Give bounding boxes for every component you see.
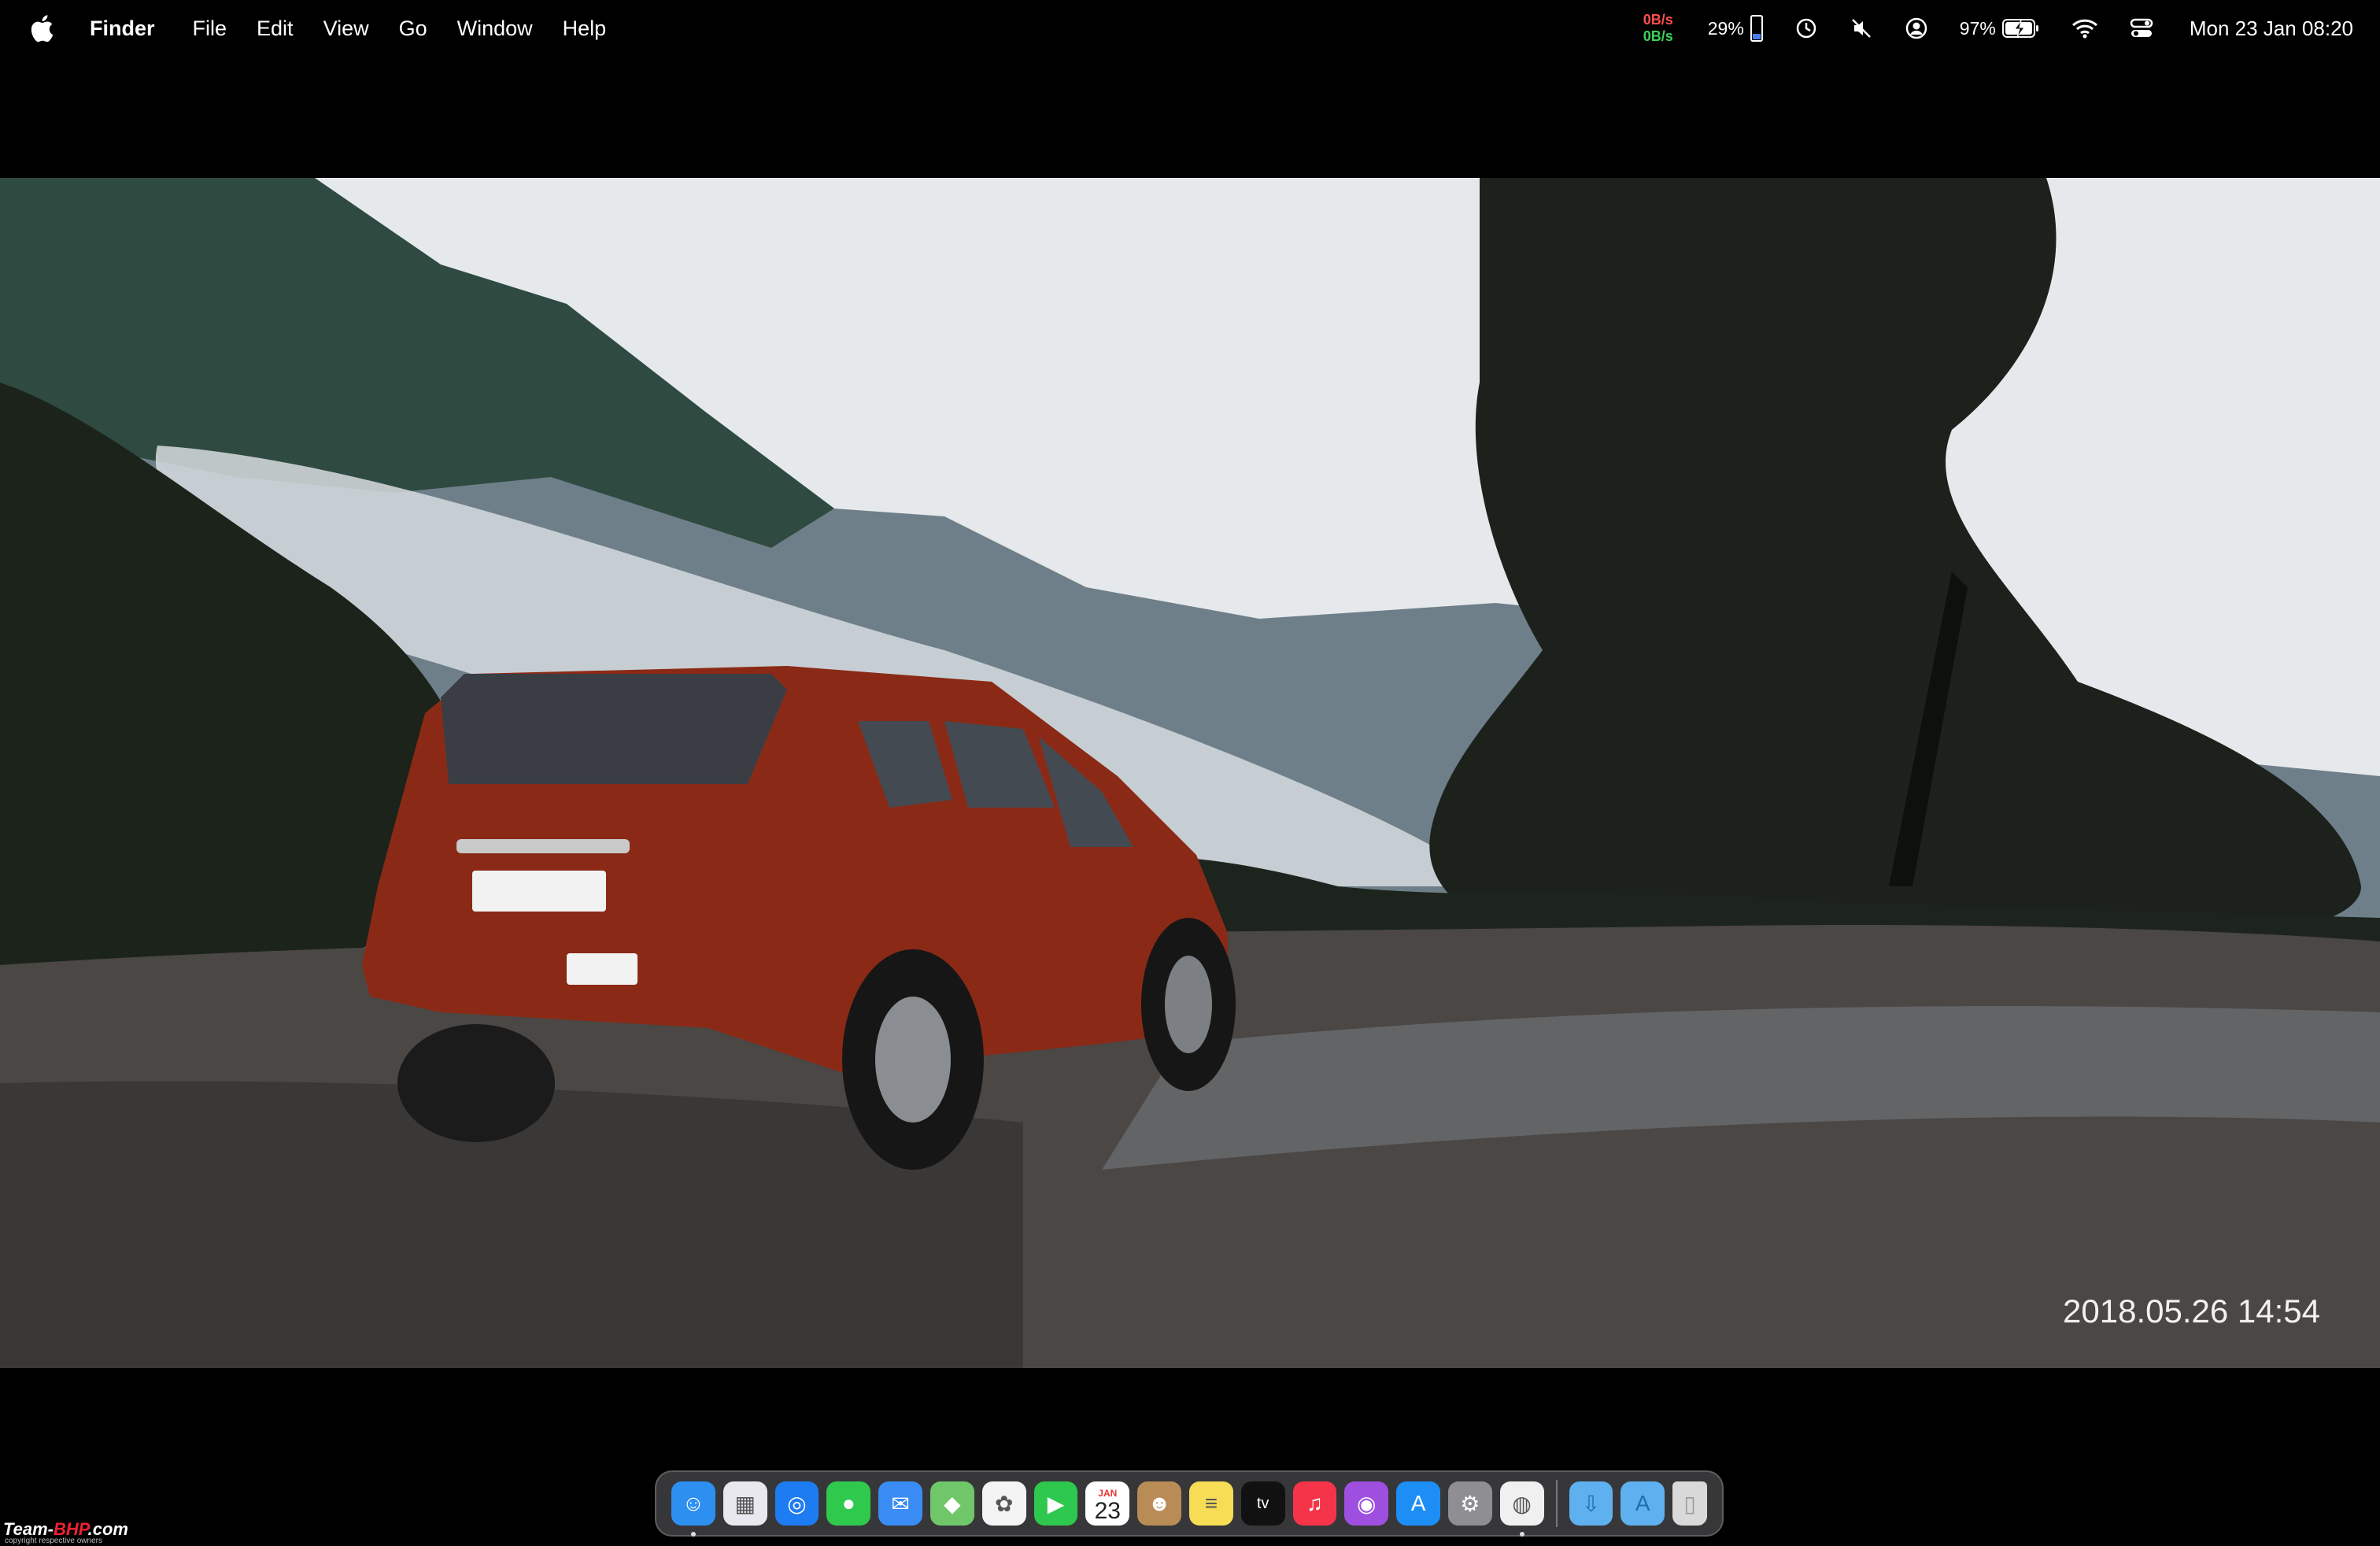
dock-item-launchpad[interactable]: ▦ xyxy=(722,1481,767,1526)
network-upload: 0B/s xyxy=(1643,12,1673,28)
facetime-icon: ▶ xyxy=(1047,1491,1065,1516)
menu-view[interactable]: View xyxy=(323,17,369,41)
menu-window[interactable]: Window xyxy=(457,17,533,41)
dock-item-trash[interactable]: ▯ xyxy=(1672,1481,1707,1526)
mail-icon: ✉ xyxy=(891,1491,910,1516)
battery-gauge-icon xyxy=(1750,15,1763,42)
menu-bar: Finder File Edit View Go Window Help 0B/… xyxy=(0,0,2380,57)
safari-icon: ◎ xyxy=(787,1491,807,1516)
dock: ☺ ▦ ◎ ● ✉ ◆ ✿ ▶ JAN 23 ☻ ≡ tv ♫ ◉ A ⚙ ◍ ⇩ A ▯ xyxy=(655,1470,1724,1537)
dock-separator xyxy=(1555,1480,1558,1527)
apple-menu-icon[interactable] xyxy=(28,13,55,44)
maps-icon: ◆ xyxy=(944,1491,961,1516)
dock-item-downloads[interactable]: ⇩ xyxy=(1569,1481,1613,1526)
dock-item-mail[interactable]: ✉ xyxy=(878,1481,922,1526)
dock-item-messages[interactable]: ● xyxy=(826,1481,871,1526)
time-machine-icon[interactable] xyxy=(1794,17,1818,40)
app-store-icon: A xyxy=(1410,1491,1426,1515)
menubar-clock[interactable]: Mon 23 Jan 08:20 xyxy=(2190,17,2353,41)
dock-item-safari[interactable]: ◎ xyxy=(774,1481,819,1526)
battery-charging-icon xyxy=(2001,19,2038,38)
dock-item-app-store[interactable]: A xyxy=(1396,1481,1440,1526)
menu-go[interactable]: Go xyxy=(399,17,427,41)
dock-item-tv[interactable]: tv xyxy=(1240,1481,1285,1526)
menu-edit[interactable]: Edit xyxy=(257,17,294,41)
battery-percent: 97% xyxy=(1959,17,1996,39)
watermark-caption: copyright respective owners xyxy=(5,1537,102,1545)
music-icon: ♫ xyxy=(1306,1491,1323,1515)
dock-item-music[interactable]: ♫ xyxy=(1292,1481,1337,1526)
trash-icon: ▯ xyxy=(1683,1491,1696,1516)
dock-item-chrome[interactable]: ◍ xyxy=(1499,1481,1544,1537)
downloads-folder-icon: ⇩ xyxy=(1581,1491,1601,1516)
running-indicator xyxy=(691,1532,696,1537)
settings-icon: ⚙ xyxy=(1460,1491,1480,1516)
messages-icon: ● xyxy=(841,1491,856,1515)
photo-timestamp: 2018.05.26 14:54 xyxy=(2063,1293,2320,1330)
contacts-icon: ☻ xyxy=(1148,1491,1171,1515)
calendar-month: JAN xyxy=(1098,1488,1118,1499)
cpu-percent: 29% xyxy=(1707,17,1744,39)
podcasts-icon: ◉ xyxy=(1357,1491,1377,1516)
apple-tv-icon: tv xyxy=(1256,1494,1269,1512)
dock-item-podcasts[interactable]: ◉ xyxy=(1344,1481,1389,1526)
dock-item-system-settings[interactable]: ⚙ xyxy=(1447,1481,1492,1526)
network-download: 0B/s xyxy=(1643,28,1673,44)
battery-widget[interactable]: 97% xyxy=(1960,18,2040,39)
dock-item-calendar[interactable]: JAN 23 xyxy=(1085,1481,1130,1526)
dock-item-photos[interactable]: ✿ xyxy=(981,1481,1026,1526)
running-indicator xyxy=(1519,1532,1524,1537)
user-icon[interactable] xyxy=(1905,17,1928,40)
calendar-day: 23 xyxy=(1094,1498,1121,1524)
photos-icon: ✿ xyxy=(994,1491,1014,1516)
applications-folder-icon: A xyxy=(1635,1491,1650,1515)
menu-app-finder[interactable]: Finder xyxy=(90,17,155,41)
launchpad-icon: ▦ xyxy=(734,1491,756,1516)
dock-item-contacts[interactable]: ☻ xyxy=(1137,1481,1181,1526)
control-center-icon[interactable] xyxy=(2130,17,2153,39)
desktop-wallpaper: 2018.05.26 14:54 xyxy=(0,178,2380,1368)
wifi-icon[interactable] xyxy=(2071,17,2098,39)
menu-file[interactable]: File xyxy=(193,17,227,41)
cpu-widget[interactable]: 29% xyxy=(1708,15,1763,42)
mute-icon[interactable] xyxy=(1850,17,1873,40)
notes-icon: ≡ xyxy=(1204,1491,1218,1515)
chrome-icon: ◍ xyxy=(1512,1491,1532,1516)
wallpaper-photo xyxy=(0,178,2380,1368)
dock-item-facetime[interactable]: ▶ xyxy=(1033,1481,1078,1526)
dock-item-notes[interactable]: ≡ xyxy=(1188,1481,1233,1526)
finder-icon: ☺ xyxy=(682,1491,705,1515)
dock-item-finder[interactable]: ☺ xyxy=(671,1481,715,1537)
menu-help[interactable]: Help xyxy=(563,17,607,41)
network-speed-widget[interactable]: 0B/s 0B/s xyxy=(1643,12,1673,45)
dock-item-maps[interactable]: ◆ xyxy=(929,1481,974,1526)
dock-item-applications[interactable]: A xyxy=(1621,1481,1665,1526)
